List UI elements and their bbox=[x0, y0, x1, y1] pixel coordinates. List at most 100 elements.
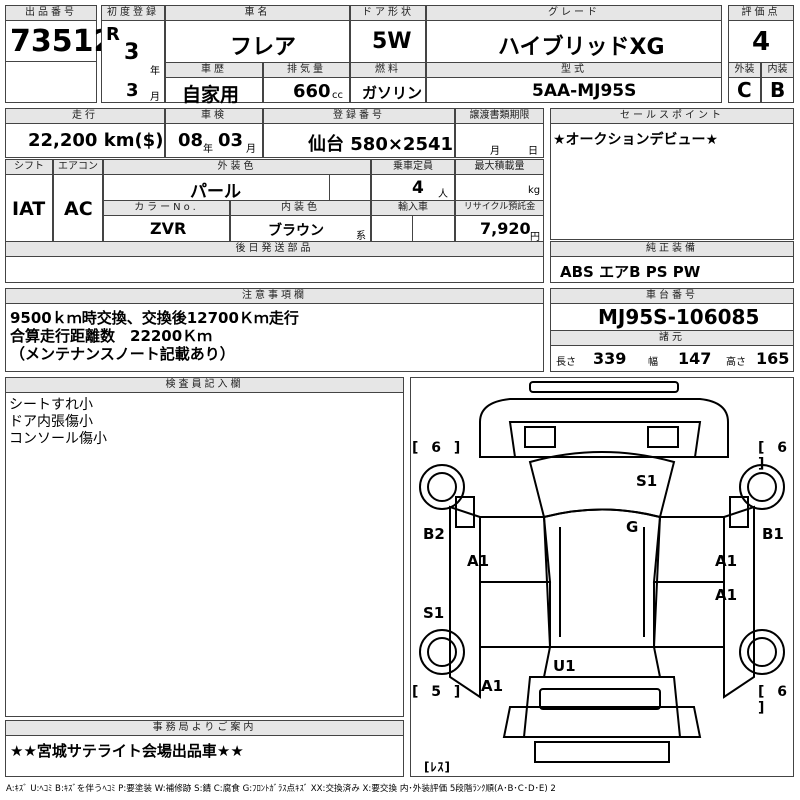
door-header: ドア形状 bbox=[350, 5, 426, 21]
transfer-month-unit: 月 bbox=[490, 146, 500, 157]
ext-color-header: 外装色 bbox=[103, 159, 371, 175]
sales-point: ★オークションデビュー★ bbox=[553, 132, 719, 148]
fuel: ガソリン bbox=[362, 84, 423, 102]
ext-color: パール bbox=[190, 182, 241, 202]
import-cell-b bbox=[412, 215, 455, 242]
max-load-unit: kg bbox=[528, 185, 541, 196]
transfer-day-unit: 日 bbox=[528, 146, 538, 157]
tire-rr-label: [ 6 ] bbox=[758, 684, 792, 716]
score: 4 bbox=[752, 27, 771, 57]
first-reg-header: 初度登録 bbox=[101, 5, 165, 21]
damage-left-rear: S1 bbox=[423, 604, 445, 622]
inspection-header: 車検 bbox=[165, 108, 263, 124]
inspector-note-3: コンソール傷小 bbox=[9, 431, 107, 447]
grade: ハイブリッドXG bbox=[498, 35, 665, 60]
dims-header: 諸元 bbox=[550, 330, 794, 346]
damage-windshield: G bbox=[626, 518, 639, 536]
mileage-header: 走行 bbox=[5, 108, 165, 124]
first-reg-month-unit: 月 bbox=[150, 92, 160, 103]
lot-header: 出品番号 bbox=[5, 5, 97, 21]
genuine-equip-header: 純正装備 bbox=[550, 241, 794, 257]
tire-spare-label: [ﾚｽ] bbox=[424, 760, 451, 774]
import-cell-a bbox=[371, 215, 413, 242]
first-reg-year-unit: 年 bbox=[150, 66, 160, 77]
color-no: ZVR bbox=[150, 219, 187, 238]
history: 自家用 bbox=[182, 84, 240, 106]
notes-line-1: 9500ｋｍ時交換、交換後12700Ｋｍ走行 bbox=[10, 309, 299, 327]
inspection-month-unit: 月 bbox=[246, 144, 256, 155]
office-message: ★★宮城サテライト会場出品車★★ bbox=[10, 742, 244, 760]
int-color-header: 内装色 bbox=[230, 200, 371, 216]
exterior-grade: C bbox=[737, 78, 752, 102]
capacity-header: 乗車定員 bbox=[371, 159, 455, 175]
chassis-number: MJ95S-106085 bbox=[598, 305, 760, 329]
first-reg-month: 3 bbox=[126, 80, 139, 101]
inspector-note-2: ドア内張傷小 bbox=[9, 414, 93, 430]
capacity-unit: 人 bbox=[438, 189, 448, 200]
aircon: AC bbox=[64, 198, 93, 220]
dims-width-label: 幅 bbox=[648, 357, 658, 368]
damage-right-front-door: B1 bbox=[762, 525, 784, 543]
int-color: ブラウン bbox=[268, 223, 324, 239]
chassis-header: 車台番号 bbox=[550, 288, 794, 304]
int-color-unit: 系 bbox=[356, 231, 366, 242]
displacement: 660 bbox=[293, 81, 331, 102]
tire-fl-label: [ 6 ] bbox=[412, 440, 465, 456]
interior-grade: B bbox=[770, 78, 786, 102]
reg-no: 仙台 580×2541 bbox=[308, 134, 454, 155]
grade-header: グレード bbox=[426, 5, 722, 21]
damage-rear-glass: U1 bbox=[553, 657, 576, 675]
genuine-equip: ABS エアB PS PW bbox=[560, 263, 701, 281]
dims-height-label: 高さ bbox=[726, 357, 746, 368]
car-name-header: 車名 bbox=[165, 5, 350, 21]
tire-fr-label: [ 6 ] bbox=[758, 440, 792, 472]
damage-left-front-door: B2 bbox=[423, 525, 445, 543]
first-reg-era: R bbox=[106, 24, 120, 45]
inspection-year: 08 bbox=[178, 130, 204, 151]
legend: A:ｷｽﾞ U:ﾍｺﾐ B:ｷｽﾞを伴うﾍｺﾐ P:要塗装 W:補修跡 S:錆 … bbox=[6, 784, 556, 794]
shift-header: シフト bbox=[5, 159, 53, 175]
model-header: 型式 bbox=[426, 62, 722, 78]
notes-line-2: 合算走行距離数 22200Ｋｍ bbox=[10, 327, 213, 345]
door-type: 5W bbox=[372, 29, 412, 54]
displacement-unit: cc bbox=[332, 90, 343, 101]
interior-header: 内装 bbox=[761, 62, 794, 78]
first-reg-year: 3 bbox=[124, 40, 140, 65]
dims-width: 147 bbox=[678, 349, 712, 368]
damage-lf-seat: A1 bbox=[467, 552, 490, 570]
history-header: 車歴 bbox=[165, 62, 263, 78]
damage-rr-seat: A1 bbox=[715, 586, 738, 604]
color-no-header: カラーNo. bbox=[103, 200, 230, 216]
damage-rear-left: A1 bbox=[481, 677, 504, 695]
fuel-header: 燃料 bbox=[350, 62, 426, 78]
lot-number: 73512 bbox=[10, 24, 115, 59]
tire-rl-label: [ 5 ] bbox=[412, 684, 465, 700]
displacement-header: 排気量 bbox=[263, 62, 350, 78]
dims-length-label: 長さ bbox=[556, 357, 576, 368]
shift: IAT bbox=[12, 198, 46, 220]
score-header: 評価点 bbox=[728, 5, 794, 21]
aircon-header: エアコン bbox=[53, 159, 103, 175]
recycle: 7,920 bbox=[480, 219, 531, 238]
later-parts-cell bbox=[5, 256, 544, 283]
lot-blank bbox=[5, 61, 97, 103]
ext-color-sub-cell bbox=[329, 174, 371, 201]
exterior-header: 外装 bbox=[728, 62, 761, 78]
later-parts-header: 後日発送部品 bbox=[5, 241, 544, 257]
recycle-header: リサイクル預託金 bbox=[455, 200, 544, 216]
mileage: 22,200 km($) bbox=[28, 130, 164, 151]
max-load-header: 最大積載量 bbox=[455, 159, 544, 175]
reg-no-header: 登録番号 bbox=[263, 108, 455, 124]
inspection-month: 03 bbox=[218, 130, 244, 151]
capacity: 4 bbox=[412, 178, 424, 198]
transfer-header: 譲渡書類期限 bbox=[455, 108, 544, 124]
sales-point-header: セールスポイント bbox=[550, 108, 794, 124]
dims-length: 339 bbox=[593, 349, 627, 368]
import-header: 輸入車 bbox=[371, 200, 455, 216]
notes-header: 注意事項欄 bbox=[5, 288, 544, 304]
dims-height: 165 bbox=[756, 349, 790, 368]
car-diagram bbox=[419, 381, 785, 763]
notes-line-3: （メンテナンスノート記載あり） bbox=[10, 345, 235, 363]
inspection-year-unit: 年 bbox=[203, 144, 213, 155]
inspector-note-1: シートすれ小 bbox=[9, 397, 93, 413]
